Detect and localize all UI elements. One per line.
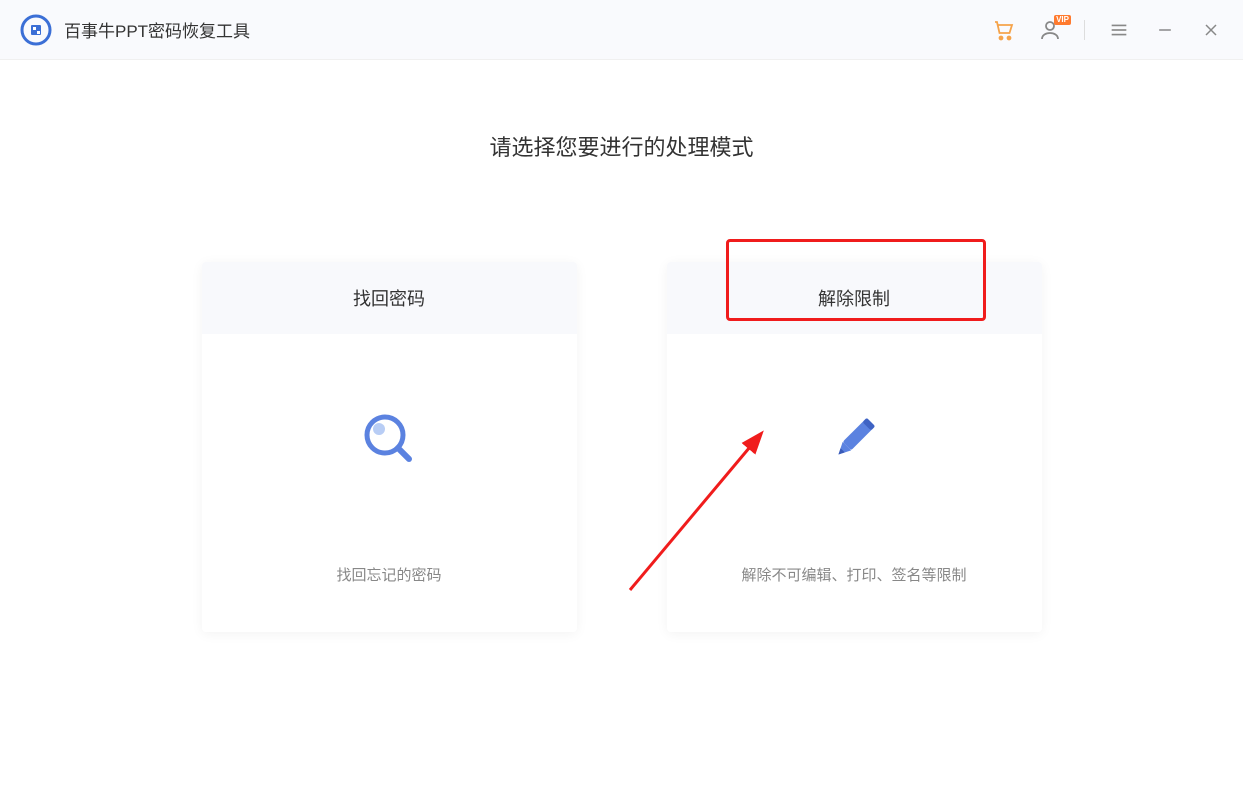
- card-description: 解除不可编辑、打印、签名等限制: [741, 564, 966, 585]
- titlebar-left: 百事牛PPT密码恢复工具: [20, 14, 250, 46]
- card-description: 找回忘记的密码: [336, 564, 441, 585]
- titlebar: 百事牛PPT密码恢复工具 VIP: [0, 0, 1243, 60]
- card-header: 解除限制: [667, 262, 1042, 334]
- search-icon: [354, 404, 424, 474]
- pencil-icon: [819, 404, 889, 474]
- card-body: 解除不可编辑、打印、签名等限制: [667, 334, 1042, 585]
- minimize-icon[interactable]: [1153, 18, 1177, 42]
- cart-icon[interactable]: [992, 18, 1016, 42]
- prompt-title: 请选择您要进行的处理模式: [0, 130, 1243, 162]
- app-title: 百事牛PPT密码恢复工具: [64, 17, 250, 42]
- user-icon[interactable]: VIP: [1038, 18, 1062, 42]
- card-body: 找回忘记的密码: [202, 334, 577, 585]
- menu-icon[interactable]: [1107, 18, 1131, 42]
- card-recover-password[interactable]: 找回密码 找回忘记的密码: [202, 262, 577, 632]
- close-icon[interactable]: [1199, 18, 1223, 42]
- divider: [1084, 20, 1085, 40]
- main-content: 请选择您要进行的处理模式 找回密码 找回忘记的密码 解除限制: [0, 60, 1243, 632]
- vip-badge: VIP: [1054, 15, 1071, 25]
- card-remove-restriction[interactable]: 解除限制 解除不可编辑、打印、签名等限制: [667, 262, 1042, 632]
- titlebar-right: VIP: [992, 18, 1223, 42]
- app-logo-icon: [20, 14, 52, 46]
- cards-container: 找回密码 找回忘记的密码 解除限制: [0, 262, 1243, 632]
- card-header: 找回密码: [202, 262, 577, 334]
